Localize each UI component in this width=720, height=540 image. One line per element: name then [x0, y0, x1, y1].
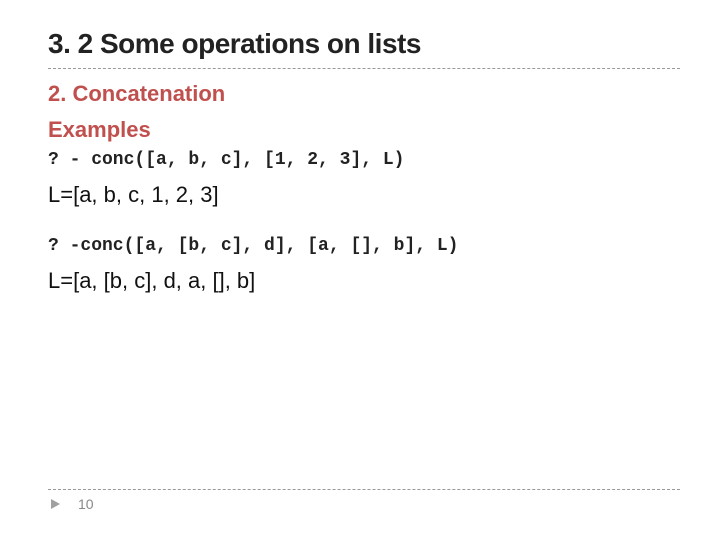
page-number: 10 — [78, 496, 94, 512]
code-example-2: ? -conc([a, [b, c], d], [a, [], b], L) — [48, 236, 680, 256]
subheading-concatenation: 2. Concatenation — [48, 79, 680, 109]
slide: 3. 2 Some operations on lists 2. Concate… — [0, 0, 720, 540]
result-example-2: L=[a, [b, c], d, a, [], b] — [48, 268, 680, 294]
subheading-examples: Examples — [48, 115, 680, 145]
result-example-1: L=[a, b, c, 1, 2, 3] — [48, 182, 680, 208]
slide-title: 3. 2 Some operations on lists — [48, 28, 680, 69]
code-example-1: ? - conc([a, b, c], [1, 2, 3], L) — [48, 150, 680, 170]
footer-bar: 10 — [48, 489, 680, 512]
bullet-icon — [48, 496, 64, 512]
